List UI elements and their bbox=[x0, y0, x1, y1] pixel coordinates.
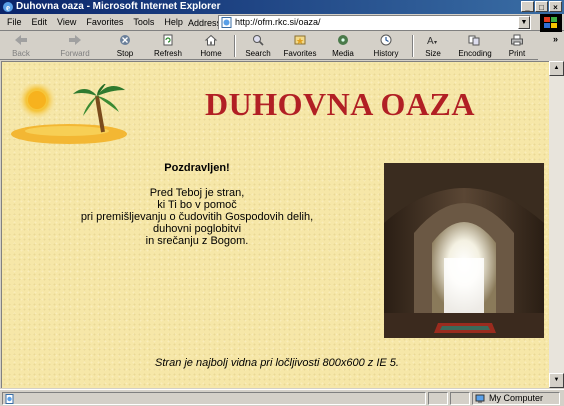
stop-icon bbox=[120, 35, 130, 45]
page-status-icon bbox=[5, 394, 14, 404]
forward-button[interactable]: Forward bbox=[52, 33, 98, 59]
encoding-icon bbox=[468, 35, 480, 46]
toolbar-separator bbox=[234, 35, 236, 57]
toolbar-more-chevron[interactable]: » bbox=[553, 34, 558, 44]
menu-help[interactable]: Help bbox=[159, 16, 188, 29]
history-label: History bbox=[373, 49, 399, 58]
minimize-button[interactable]: _ bbox=[521, 1, 534, 12]
stop-button[interactable]: Stop bbox=[108, 33, 142, 59]
verse-line: in srečanju z Bogom. bbox=[145, 235, 249, 247]
history-button[interactable]: History bbox=[366, 33, 406, 59]
printer-icon bbox=[511, 34, 523, 46]
window-titlebar[interactable]: e Duhovna oaza - Microsoft Internet Expl… bbox=[0, 0, 564, 14]
status-progress-field bbox=[428, 392, 448, 405]
encoding-button[interactable]: Encoding bbox=[454, 33, 496, 59]
window-title: Duhovna oaza - Microsoft Internet Explor… bbox=[16, 1, 221, 12]
verse-line: duhovni poglobitvi bbox=[152, 223, 242, 235]
status-text-field bbox=[2, 392, 426, 405]
address-input[interactable]: http://ofm.rkc.si/oaza/ ▼ bbox=[218, 15, 531, 30]
back-label: Back bbox=[12, 49, 30, 58]
home-icon bbox=[204, 34, 218, 46]
menu-edit[interactable]: Edit bbox=[27, 16, 53, 29]
greeting-heading: Pozdravljen! bbox=[164, 162, 230, 174]
favorites-label: Favorites bbox=[283, 49, 317, 58]
maximize-button[interactable]: □ bbox=[535, 1, 548, 12]
print-button[interactable]: Print bbox=[502, 33, 532, 59]
internet-explorer-icon: e bbox=[3, 2, 13, 13]
media-label: Media bbox=[332, 49, 354, 58]
refresh-icon bbox=[163, 34, 173, 46]
print-label: Print bbox=[508, 49, 526, 58]
svg-text:▾: ▾ bbox=[434, 40, 437, 46]
windows-flag-icon bbox=[544, 17, 557, 28]
address-label: Address bbox=[188, 18, 222, 28]
vertical-scrollbar[interactable]: ▲ ▼ bbox=[549, 61, 564, 388]
svg-text:A: A bbox=[427, 36, 434, 46]
address-url: http://ofm.rkc.si/oaza/ bbox=[235, 17, 321, 27]
size-button[interactable]: A ▾ Size bbox=[418, 33, 448, 59]
favorites-button[interactable]: Favorites bbox=[280, 33, 320, 59]
status-lock-field bbox=[450, 392, 470, 405]
scroll-up-button[interactable]: ▲ bbox=[549, 61, 564, 76]
status-bar: My Computer bbox=[0, 389, 564, 406]
menu-favorites[interactable]: Favorites bbox=[81, 16, 128, 29]
favorites-icon bbox=[294, 35, 306, 45]
back-arrow-icon bbox=[15, 35, 27, 45]
history-icon bbox=[380, 34, 392, 46]
verse-line: pri premišljevanju o čudovitih Gospodovi… bbox=[80, 211, 314, 223]
my-computer-icon bbox=[475, 394, 485, 403]
size-label: Size bbox=[425, 49, 441, 58]
security-zone-field: My Computer bbox=[472, 392, 560, 405]
page-icon bbox=[221, 17, 232, 28]
home-label: Home bbox=[200, 49, 222, 58]
menu-bar: File Edit View Favorites Tools Help Addr… bbox=[0, 14, 564, 31]
encoding-label: Encoding bbox=[458, 49, 492, 58]
resolution-note: Stran je najbolj vidna pri ločljivosti 8… bbox=[155, 357, 399, 369]
chapel-doorway-photo bbox=[384, 163, 544, 338]
standard-toolbar: Back Forward Stop Refresh Home Search Fa… bbox=[0, 32, 538, 60]
page-content: DUHOVNA OAZA Pozdravljen! Pred Teboj je … bbox=[1, 61, 549, 388]
menu-file[interactable]: File bbox=[2, 16, 27, 29]
address-dropdown-button[interactable]: ▼ bbox=[518, 16, 530, 29]
close-button[interactable]: × bbox=[549, 1, 562, 12]
forward-arrow-icon bbox=[69, 35, 81, 45]
svg-text:e: e bbox=[6, 3, 10, 13]
security-zone-label: My Computer bbox=[489, 393, 544, 403]
home-button[interactable]: Home bbox=[194, 33, 228, 59]
refresh-label: Refresh bbox=[153, 49, 182, 58]
media-icon bbox=[338, 35, 348, 45]
toolbar-separator bbox=[412, 35, 414, 57]
stop-label: Stop bbox=[116, 49, 134, 58]
palm-island-sun-logo bbox=[11, 84, 127, 144]
search-button[interactable]: Search bbox=[240, 33, 276, 59]
menu-view[interactable]: View bbox=[52, 16, 81, 29]
forward-label: Forward bbox=[60, 49, 90, 58]
verse-line: ki Ti bo v pomoč bbox=[157, 199, 237, 211]
windows-logo-throbber bbox=[540, 14, 562, 32]
welcome-verse: Pred Teboj je stran, ki Ti bo v pomoč pr… bbox=[62, 187, 332, 247]
search-icon bbox=[253, 35, 264, 46]
page-title: DUHOVNA OAZA bbox=[204, 86, 475, 122]
media-button[interactable]: Media bbox=[326, 33, 360, 59]
search-label: Search bbox=[245, 49, 271, 58]
menu-tools[interactable]: Tools bbox=[128, 16, 159, 29]
verse-line: Pred Teboj je stran, bbox=[149, 187, 245, 199]
scroll-down-button[interactable]: ▼ bbox=[549, 373, 564, 388]
back-button[interactable]: Back bbox=[2, 33, 40, 59]
refresh-button[interactable]: Refresh bbox=[148, 33, 188, 59]
text-size-icon: A ▾ bbox=[427, 36, 437, 46]
